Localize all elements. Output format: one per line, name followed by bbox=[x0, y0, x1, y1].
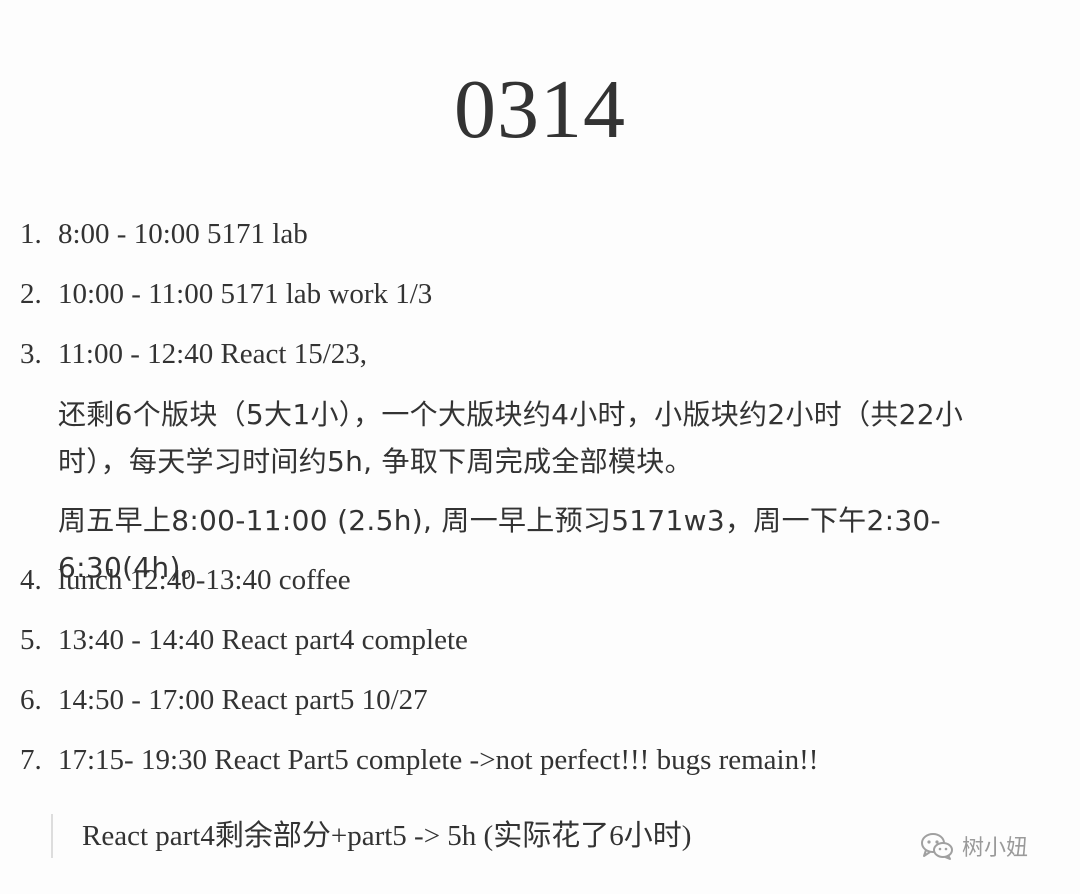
list-item-text: 8:00 - 10:00 5171 lab bbox=[58, 218, 308, 250]
list-item-text: lunch 12:40-13:40 coffee bbox=[58, 564, 351, 596]
list-item-number: 3. bbox=[20, 338, 42, 370]
note-paragraph: 还剩6个版块（5大1小），一个大版块约4小时，小版块约2小时（共22小时），每天… bbox=[58, 398, 964, 478]
list-item-text: 14:50 - 17:00 React part5 10/27 bbox=[58, 684, 428, 716]
list-item-number: 4. bbox=[20, 564, 42, 596]
blockquote-bar bbox=[51, 814, 53, 858]
list-item-text: 13:40 - 14:40 React part4 complete bbox=[58, 624, 468, 656]
list-item-number: 7. bbox=[20, 744, 42, 776]
list-item-number: 6. bbox=[20, 684, 42, 716]
watermark: 树小妞 bbox=[920, 826, 1028, 866]
list-item-text: 10:00 - 11:00 5171 lab work 1/3 bbox=[58, 278, 433, 310]
blockquote-text: React part4剩余部分+part5 -> 5h (实际花了6小时) bbox=[82, 820, 692, 852]
list-item-text: 17:15- 19:30 React Part5 complete ->not … bbox=[58, 744, 819, 776]
list-item-text: 11:00 - 12:40 React 15/23, bbox=[58, 338, 368, 370]
page-title: 0314 bbox=[454, 63, 626, 156]
list-item-number: 5. bbox=[20, 624, 42, 656]
wechat-icon bbox=[921, 833, 953, 860]
list-item-number: 2. bbox=[20, 278, 42, 310]
list-item-number: 1. bbox=[20, 218, 42, 250]
watermark-text: 树小妞 bbox=[962, 836, 1029, 861]
